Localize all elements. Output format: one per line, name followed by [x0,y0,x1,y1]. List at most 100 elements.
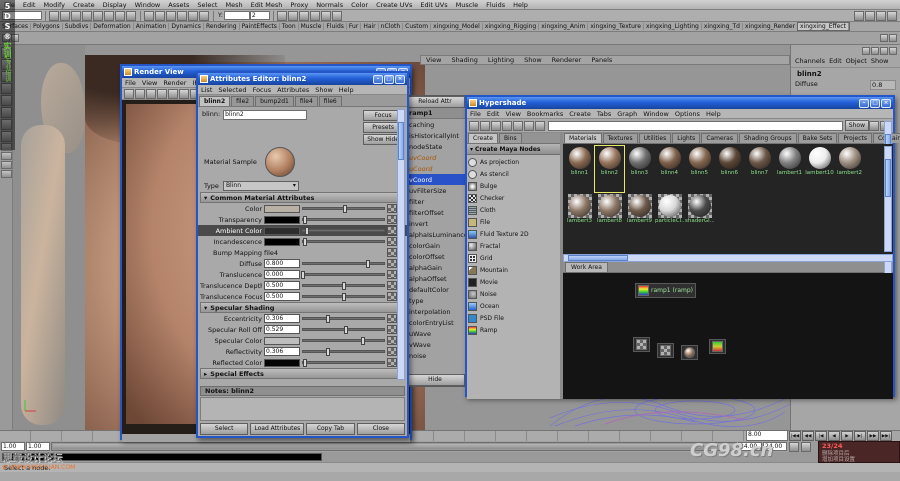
attribute-list-item[interactable]: uvCoord [405,152,465,163]
material-swatch[interactable]: lambert9 [625,194,654,240]
attribute-list-item[interactable]: interpolation [405,306,465,317]
attribute-list-item[interactable]: caching [405,119,465,130]
menu-item[interactable]: Create UVs [372,1,416,9]
material-type-dropdown[interactable]: Blinn ▾ [222,180,299,191]
window-control-button[interactable]: × [395,74,405,84]
layout-icon[interactable] [880,47,888,55]
sidebar-toggle-icon[interactable] [854,10,864,21]
value-field[interactable]: 0.306 [264,347,300,356]
snap-icon[interactable] [166,10,176,21]
node-tab[interactable]: file6 [318,96,342,106]
coord-input[interactable] [223,11,250,20]
menu-item[interactable]: Fluids [482,1,509,9]
slider-handle[interactable] [343,205,348,213]
create-node-item[interactable]: Bulge [468,180,551,192]
shelf-tab[interactable]: xingxing_Rigging [483,23,540,30]
layout-preset-button[interactable] [0,161,12,169]
footer-button[interactable]: Select [200,423,249,435]
sidebar-toggle-icon[interactable] [876,10,886,21]
scrollbar-thumb[interactable] [398,122,404,160]
material-swatch[interactable]: blinn2 [594,145,625,193]
value-field[interactable]: 0.000 [264,270,300,279]
layout-icon[interactable] [871,47,879,55]
menu-item[interactable]: Options [672,110,703,118]
forward-icon[interactable] [480,120,490,131]
category-tab[interactable]: Materials [564,133,602,143]
attribute-list-item[interactable]: invert [405,218,465,229]
menu-item[interactable]: Modify [39,1,69,9]
shelf-tab[interactable]: Subdivs [63,23,92,30]
filter-icon[interactable] [869,120,879,131]
menu-item[interactable]: Render [160,79,189,87]
shelf-tab[interactable]: xingxing_Anim [539,23,589,30]
status-icon[interactable] [60,10,70,21]
category-tab[interactable]: Cameras [701,133,738,143]
window-control-button[interactable]: × [881,98,891,108]
value-field[interactable]: 0.529 [264,325,300,334]
material-swatch[interactable]: shaderGl... [685,194,714,240]
attribute-slider[interactable] [302,282,385,290]
viewport-menu-item[interactable]: View [421,56,446,64]
attribute-list-item[interactable]: filterOffset [405,207,465,218]
shader-node[interactable] [709,339,726,354]
shelf-tab[interactable]: Muscle [299,23,325,30]
slider-handle[interactable] [326,348,331,356]
attribute-list-item[interactable]: defaultColor [405,284,465,295]
history-icon[interactable] [298,10,309,21]
attribute-list-item[interactable]: uCoord [405,163,465,174]
material-swatch[interactable]: blinn3 [625,146,654,192]
material-swatch[interactable]: lambert3 [565,194,594,240]
window-control-button[interactable]: – [859,98,869,108]
material-sample-swatch[interactable] [264,147,295,177]
attribute-slider[interactable] [302,260,385,268]
channelbox-menu-item[interactable]: Object [844,57,869,65]
create-node-item[interactable]: As stencil [468,168,551,180]
map-texture-button[interactable] [387,204,397,213]
map-texture-button[interactable] [387,259,397,268]
map-texture-button[interactable] [387,347,397,356]
slider-handle[interactable] [341,293,346,301]
layout-icon[interactable] [862,47,870,55]
menu-item[interactable]: File [122,79,139,87]
history-icon[interactable] [309,10,320,21]
shelf-tab[interactable]: Toon [280,23,299,30]
footer-button[interactable]: Copy Tab [306,423,355,435]
node-name-input[interactable]: blinn2 [223,110,308,120]
mapped-node-name[interactable]: file4 [264,249,385,257]
menu-item[interactable]: Tabs [594,110,614,118]
color-swatch[interactable] [264,204,300,213]
menu-item[interactable]: Color [347,1,372,9]
channelbox-menu-item[interactable]: Channels [793,57,827,65]
hypershade-filter-input[interactable] [548,120,843,131]
create-node-item[interactable]: Mountain [468,264,551,276]
range-slider-handle[interactable] [53,444,735,449]
channelbox-node-name[interactable]: blinn2 [791,68,900,79]
value-field[interactable]: 0.500 [264,281,300,290]
attribute-list-item[interactable]: alphaGain [405,262,465,273]
shelf-tab[interactable]: Animation [134,23,170,30]
material-swatch[interactable]: lambert1 [775,146,804,192]
slider-handle[interactable] [303,359,308,367]
range-slider[interactable] [51,442,737,451]
attribute-list-item[interactable]: nodeState [405,141,465,152]
notes-header[interactable]: Notes: blinn2 [200,386,405,396]
back-icon[interactable] [469,120,479,131]
shelf-tab[interactable]: xingxing_Effect [797,22,850,31]
create-nodes-dropdown[interactable]: ▾ Create Maya Nodes [467,144,560,155]
menu-item[interactable]: File [467,110,484,118]
window-control-button[interactable]: □ [870,98,880,108]
layout-preset-button[interactable] [0,152,12,160]
slider-handle[interactable] [341,282,346,290]
map-texture-button[interactable] [387,215,397,224]
color-swatch[interactable] [264,336,300,345]
shader-node[interactable] [657,343,674,358]
color-swatch[interactable] [264,226,300,235]
snap-icon[interactable] [188,10,198,21]
transport-button[interactable]: ◀◀ [802,431,814,441]
map-texture-button[interactable] [387,325,397,334]
attribute-list-item[interactable]: vWave [405,339,465,350]
menu-item[interactable]: Graph [614,110,640,118]
category-tab[interactable]: Bake Sets [797,133,838,143]
attribute-slider[interactable] [302,216,385,224]
menu-item[interactable]: Window [640,110,672,118]
